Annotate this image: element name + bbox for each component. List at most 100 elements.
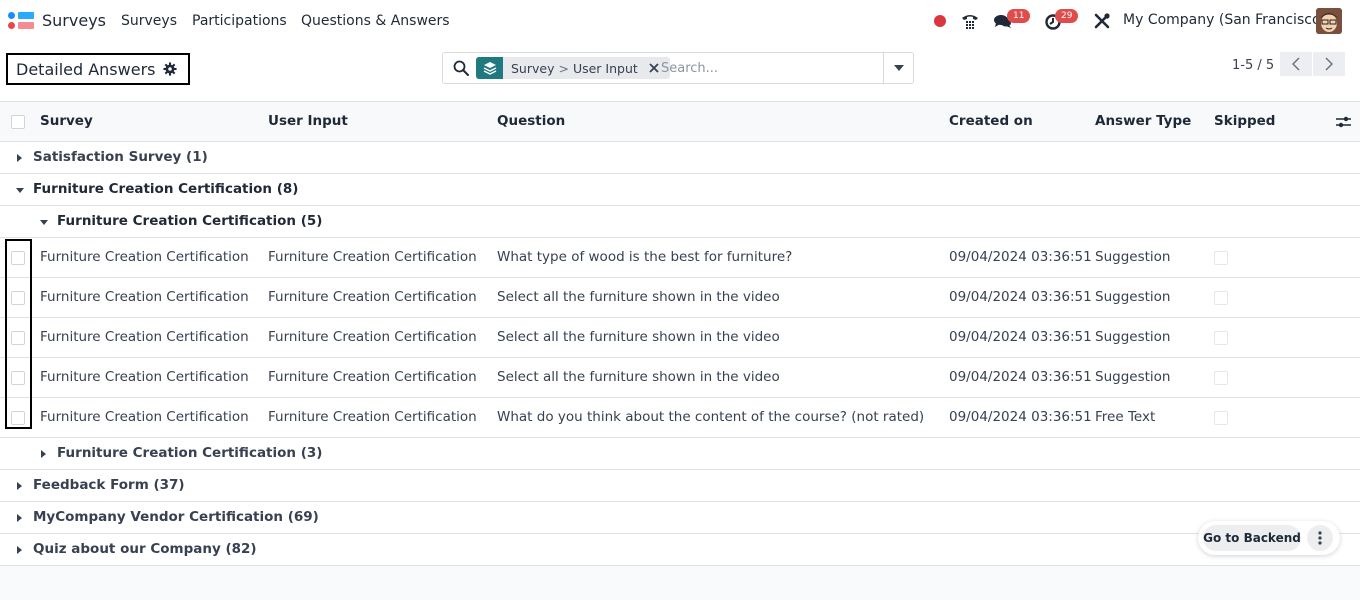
row-checkbox[interactable]	[11, 331, 25, 345]
cell-created-on: 09/04/2024 03:36:51	[949, 249, 1092, 265]
row-checkbox[interactable]	[11, 291, 25, 305]
column-header-user-input[interactable]: User Input	[268, 113, 348, 129]
row-checkbox[interactable]	[11, 411, 25, 425]
search-icon[interactable]	[453, 60, 469, 76]
table-header: Survey User Input Question Created on An…	[0, 102, 1360, 142]
activities-badge: 29	[1055, 9, 1079, 23]
debug-tools-icon[interactable]	[1092, 11, 1112, 31]
column-header-created-on[interactable]: Created on	[949, 113, 1033, 129]
row-checkbox[interactable]	[11, 371, 25, 385]
cell-answer-type: Free Text	[1095, 409, 1156, 425]
cell-survey: Furniture Creation Certification	[40, 249, 249, 265]
menu-surveys[interactable]: Surveys	[121, 13, 177, 29]
group-row-satisfaction-survey[interactable]: Satisfaction Survey (1)	[0, 142, 1360, 174]
search-input[interactable]	[661, 57, 881, 79]
group-by-facet: Survey > User Input	[476, 57, 670, 79]
cell-survey: Furniture Creation Certification	[40, 409, 249, 425]
go-to-backend-button[interactable]: Go to Backend	[1203, 525, 1301, 551]
pager-value[interactable]: 1-5 / 5	[1232, 58, 1274, 73]
kebab-menu-icon	[1318, 531, 1322, 545]
caret-right-icon	[17, 546, 22, 554]
cell-user-input: Furniture Creation Certification	[268, 329, 477, 345]
table-row[interactable]: Furniture Creation Certification Furnitu…	[0, 358, 1360, 398]
chevron-left-icon	[1292, 57, 1300, 71]
table-row[interactable]: Furniture Creation Certification Furnitu…	[0, 398, 1360, 438]
answers-list: Survey User Input Question Created on An…	[0, 102, 1360, 566]
caret-right-icon	[17, 514, 22, 522]
select-all-checkbox[interactable]	[11, 115, 25, 129]
cell-answer-type: Suggestion	[1095, 249, 1171, 265]
caret-right-icon	[41, 450, 46, 458]
subgroup-row-collapsed[interactable]: Furniture Creation Certification (3)	[0, 438, 1360, 470]
cell-answer-type: Suggestion	[1095, 369, 1171, 385]
phone-icon[interactable]	[960, 11, 980, 31]
table-row[interactable]: Furniture Creation Certification Furnitu…	[0, 238, 1360, 278]
cell-created-on: 09/04/2024 03:36:51	[949, 409, 1092, 425]
cell-survey: Furniture Creation Certification	[40, 369, 249, 385]
cell-survey: Furniture Creation Certification	[40, 289, 249, 305]
table-row[interactable]: Furniture Creation Certification Furnitu…	[0, 278, 1360, 318]
column-header-question[interactable]: Question	[497, 113, 565, 129]
cell-survey: Furniture Creation Certification	[40, 329, 249, 345]
user-avatar[interactable]	[1316, 8, 1342, 34]
cell-question: What do you think about the content of t…	[497, 409, 925, 425]
page-title: Detailed Answers	[16, 59, 156, 79]
optional-columns-icon[interactable]	[1336, 115, 1351, 129]
surveys-app-logo-icon[interactable]	[8, 12, 36, 30]
cell-question: Select all the furniture shown in the vi…	[497, 329, 780, 345]
gear-icon[interactable]	[163, 62, 178, 76]
backend-floating-bar: Go to Backend	[1198, 521, 1340, 555]
breadcrumb: Detailed Answers	[6, 53, 190, 85]
search-options-toggle[interactable]	[883, 53, 913, 83]
caret-down-icon	[40, 220, 48, 225]
cell-skipped-checkbox	[1214, 411, 1228, 425]
subgroup-label: Furniture Creation Certification (3)	[57, 445, 323, 461]
messages-badge: 11	[1007, 9, 1031, 23]
row-checkbox[interactable]	[11, 251, 25, 265]
caret-right-icon	[17, 154, 22, 162]
group-label: Feedback Form (37)	[33, 477, 185, 493]
facet-value-user-input: User Input	[572, 60, 638, 76]
column-header-survey[interactable]: Survey	[40, 113, 93, 129]
group-label: Furniture Creation Certification (8)	[33, 181, 299, 197]
cell-created-on: 09/04/2024 03:36:51	[949, 329, 1092, 345]
cell-answer-type: Suggestion	[1095, 289, 1171, 305]
chevron-right-icon	[1325, 57, 1333, 71]
pager-next-button[interactable]	[1313, 52, 1345, 76]
group-row-vendor-certification[interactable]: MyCompany Vendor Certification (69)	[0, 502, 1360, 534]
subgroup-row-open[interactable]: Furniture Creation Certification (5)	[0, 206, 1360, 238]
control-panel: Detailed Answers Survey > User Input Sea…	[0, 42, 1360, 102]
menu-participations[interactable]: Participations	[192, 13, 287, 29]
cell-question: What type of wood is the best for furnit…	[497, 249, 793, 265]
group-row-feedback-form[interactable]: Feedback Form (37)	[0, 470, 1360, 502]
search-bar: Survey > User Input	[442, 52, 914, 84]
group-row-furniture-creation-certification[interactable]: Furniture Creation Certification (8)	[0, 174, 1360, 206]
cell-created-on: 09/04/2024 03:36:51	[949, 289, 1092, 305]
cell-user-input: Furniture Creation Certification	[268, 409, 477, 425]
more-options-button[interactable]	[1307, 525, 1333, 551]
cell-user-input: Furniture Creation Certification	[268, 289, 477, 305]
group-row-quiz-company[interactable]: Quiz about our Company (82)	[0, 534, 1360, 566]
menu-questions-answers[interactable]: Questions & Answers	[301, 13, 450, 29]
subgroup-label: Furniture Creation Certification (5)	[57, 213, 323, 229]
facet-value-survey: Survey	[511, 60, 555, 76]
column-header-skipped[interactable]: Skipped	[1214, 113, 1275, 129]
cell-user-input: Furniture Creation Certification	[268, 369, 477, 385]
top-navbar: Surveys Surveys Participations Questions…	[0, 0, 1360, 42]
caret-down-icon	[16, 188, 24, 193]
pager-previous-button[interactable]	[1280, 52, 1312, 76]
cell-answer-type: Suggestion	[1095, 329, 1171, 345]
cell-skipped-checkbox	[1214, 251, 1228, 265]
group-label: Quiz about our Company (82)	[33, 541, 257, 557]
facet-label: Survey > User Input	[503, 61, 646, 76]
table-row[interactable]: Furniture Creation Certification Furnitu…	[0, 318, 1360, 358]
cell-user-input: Furniture Creation Certification	[268, 249, 477, 265]
facet-separator: >	[558, 60, 569, 76]
remove-facet-button[interactable]	[646, 57, 662, 79]
cell-created-on: 09/04/2024 03:36:51	[949, 369, 1092, 385]
company-switcher[interactable]: My Company (San Francisco)	[1123, 12, 1326, 28]
column-header-answer-type[interactable]: Answer Type	[1095, 113, 1191, 129]
app-name[interactable]: Surveys	[42, 11, 106, 30]
record-dot-icon[interactable]	[934, 15, 946, 27]
cell-question: Select all the furniture shown in the vi…	[497, 289, 780, 305]
